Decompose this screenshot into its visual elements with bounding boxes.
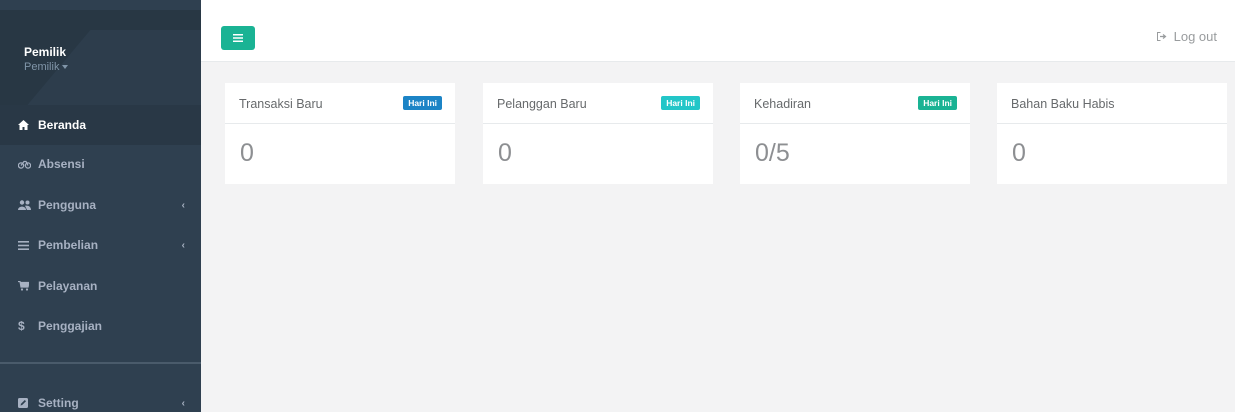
today-badge: Hari Ini <box>403 96 442 110</box>
widget-value: 0/5 <box>755 139 790 167</box>
widget-value: 0 <box>240 139 254 167</box>
sidebar-item-label: Pembelian <box>38 238 99 252</box>
widget-pelanggan-baru: Pelanggan Baru Hari Ini 0 <box>483 83 713 184</box>
top-border <box>201 0 1235 10</box>
cart-icon <box>18 281 36 291</box>
dollar-icon: $ <box>18 319 25 333</box>
edit-icon <box>18 398 36 408</box>
profile-role-dropdown[interactable]: Pemilik <box>24 61 69 73</box>
widget-title: Kehadiran <box>754 97 811 111</box>
widget-title: Bahan Baku Habis <box>1011 97 1115 111</box>
sidebar-item-label: Setting <box>38 396 79 410</box>
sidebar-item-label: Absensi <box>38 157 85 171</box>
widget-title: Transaksi Baru <box>239 97 323 111</box>
logout-label: Log out <box>1173 29 1217 44</box>
sidebar-item-label: Pengguna <box>38 198 97 212</box>
chevron-left-icon: ‹ <box>181 397 185 409</box>
today-badge: Hari Ini <box>918 96 957 110</box>
widget-value: 0 <box>498 139 512 167</box>
profile-role-label: Pemilik <box>24 61 60 73</box>
logout-button[interactable]: Log out <box>1156 29 1217 44</box>
hamburger-icon <box>233 34 243 42</box>
widget-transaksi-baru: Transaksi Baru Hari Ini 0 <box>225 83 455 184</box>
sidebar: Pemilik Pemilik Beranda Absensi Pengguna… <box>0 0 201 412</box>
sidebar-item-pembelian[interactable]: Pembelian ‹ <box>0 225 201 265</box>
sidebar-item-beranda[interactable]: Beranda <box>0 105 201 145</box>
sidebar-item-label: Pelayanan <box>38 279 98 293</box>
sidebar-item-pelayanan[interactable]: Pelayanan <box>0 266 201 306</box>
sidebar-item-absensi[interactable]: Absensi <box>0 144 201 184</box>
profile-name: Pemilik <box>24 45 67 59</box>
home-icon <box>18 120 36 130</box>
toggle-menu-button[interactable] <box>221 26 255 50</box>
widget-divider <box>997 123 1227 124</box>
topbar: Log out <box>201 10 1235 62</box>
widget-bahan-baku-habis: Bahan Baku Habis 0 <box>997 83 1227 184</box>
caret-down-icon <box>62 65 69 70</box>
sidebar-item-penggajian[interactable]: $ Penggajian <box>0 306 201 346</box>
widget-divider <box>225 123 455 124</box>
chevron-left-icon: ‹ <box>181 239 185 251</box>
widget-title: Pelanggan Baru <box>497 97 587 111</box>
sidebar-item-label: Beranda <box>38 118 87 132</box>
chevron-left-icon: ‹ <box>181 199 185 211</box>
tachometer-icon <box>18 160 36 169</box>
profile-header: Pemilik Pemilik <box>0 10 201 105</box>
users-icon <box>18 200 36 210</box>
widget-divider <box>483 123 713 124</box>
widget-divider <box>740 123 970 124</box>
today-badge: Hari Ini <box>661 96 700 110</box>
sidebar-item-setting[interactable]: Setting ‹ <box>0 383 201 412</box>
sign-out-icon <box>1156 32 1167 41</box>
widget-value: 0 <box>1012 139 1026 167</box>
sidebar-divider <box>0 362 201 364</box>
sidebar-item-label: Penggajian <box>38 319 103 333</box>
sidebar-item-pengguna[interactable]: Pengguna ‹ <box>0 185 201 225</box>
widget-kehadiran: Kehadiran Hari Ini 0/5 <box>740 83 970 184</box>
list-icon <box>18 240 36 250</box>
